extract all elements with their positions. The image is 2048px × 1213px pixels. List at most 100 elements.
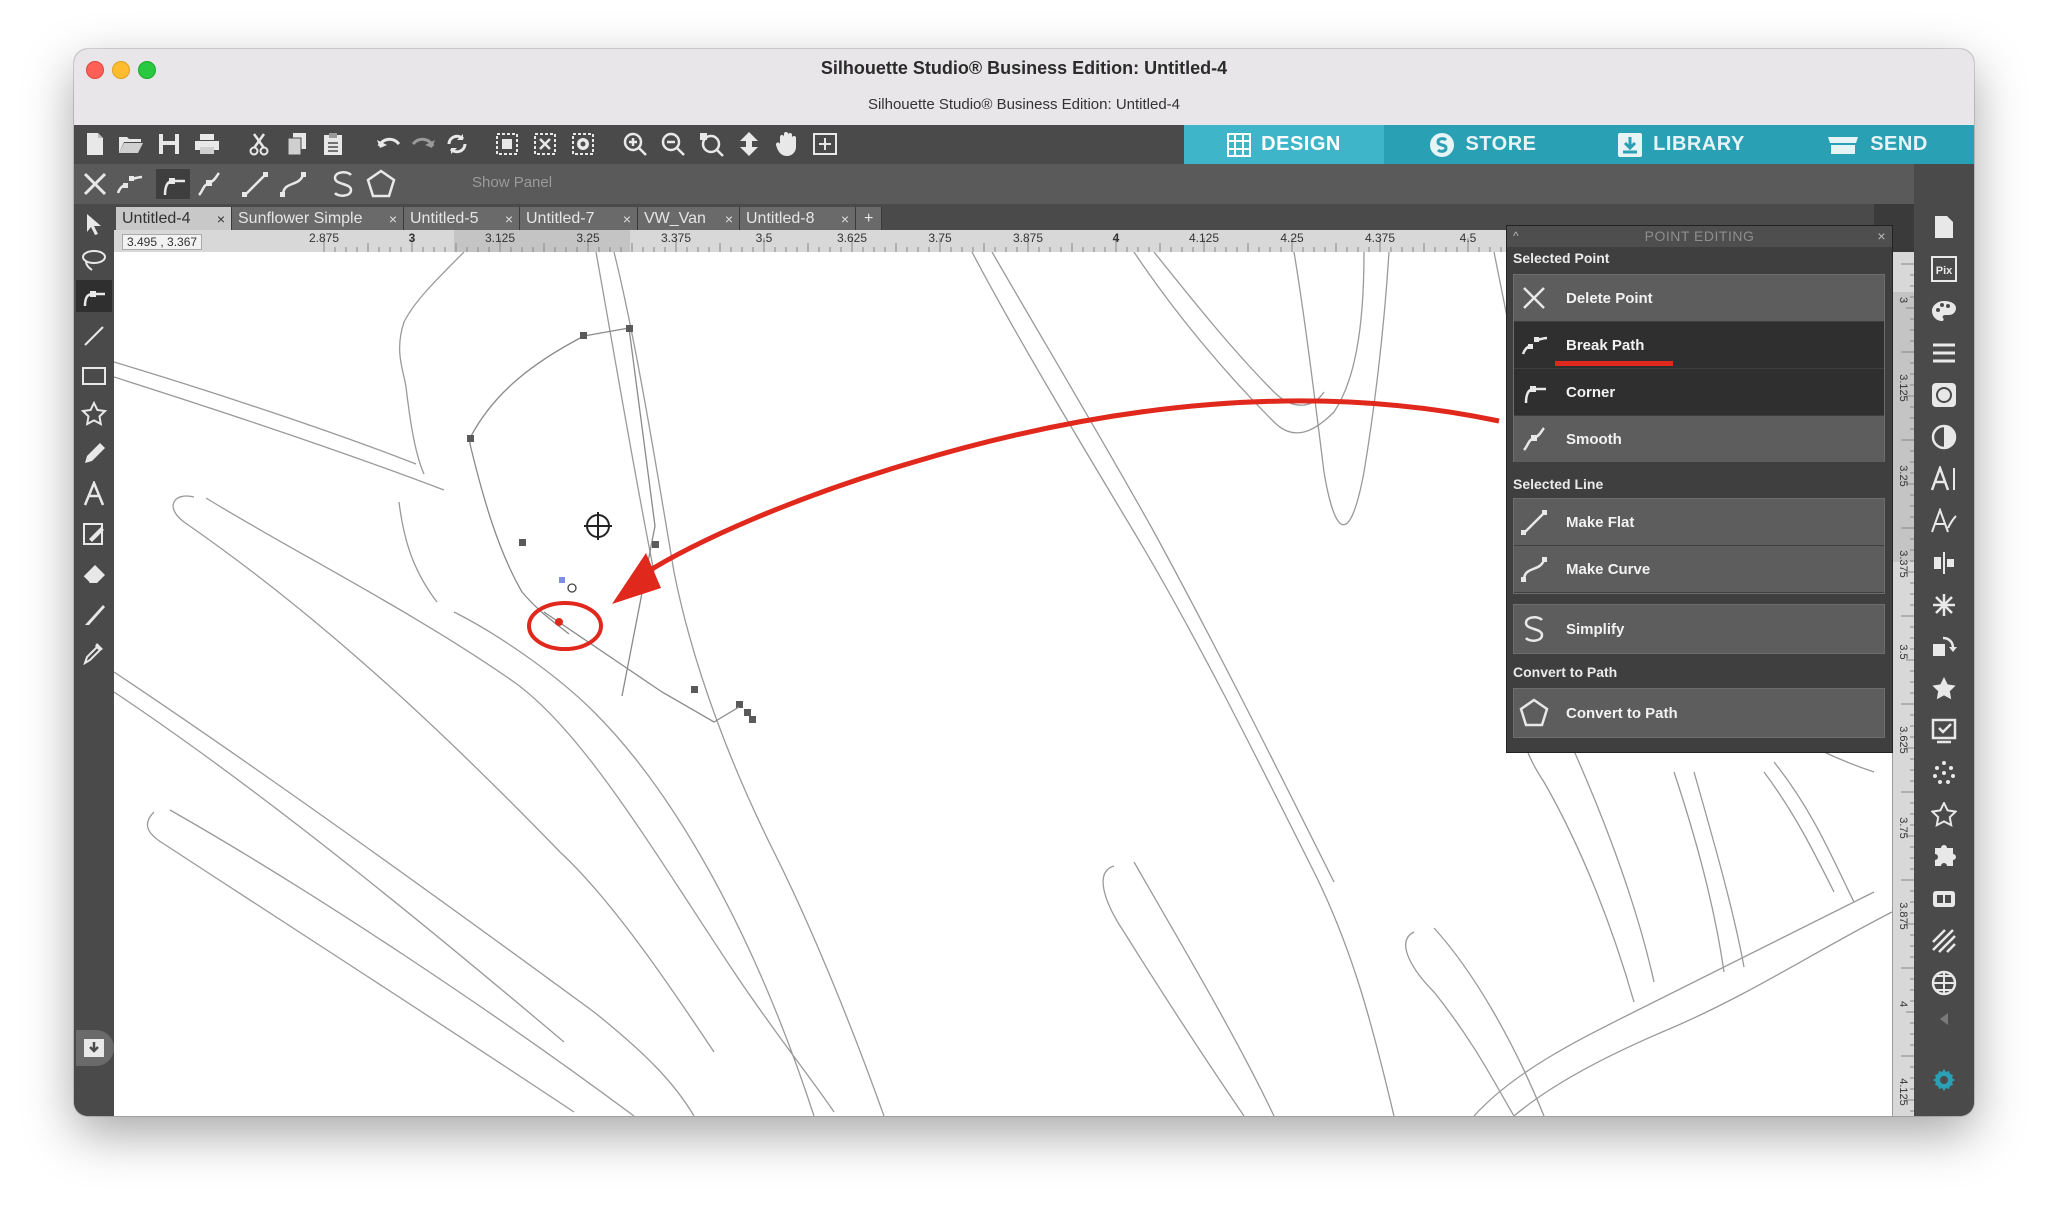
make-flat-button[interactable]: Make Flat [1514,499,1884,545]
new-document-icon[interactable] [80,129,110,159]
move-down-arrow-icon[interactable] [734,129,764,159]
vertical-ruler: 3 3.125 3.25 3.375 3.5 3.625 3.75 3.875 4 4.125 [1892,252,1915,1116]
corner-tool-icon[interactable] [156,169,190,199]
doc-tab-untitled-7[interactable]: Untitled-7 × [520,207,638,230]
add-tab-label: + [864,209,874,227]
doc-tab-untitled-5[interactable]: Untitled-5 × [404,207,520,230]
refresh-icon[interactable] [442,129,472,159]
simplify-button[interactable]: Simplify [1514,605,1884,653]
pencil-draw-icon[interactable] [80,440,108,468]
pixscan-icon[interactable]: Pix [1928,254,1960,284]
close-tab-icon[interactable]: × [725,211,733,227]
layers-grid-icon[interactable] [1928,968,1960,998]
show-panel-button[interactable]: Show Panel [472,174,552,191]
close-tab-icon[interactable]: × [389,211,397,227]
ruler-tick-label: 4.125 [1188,231,1220,245]
rhinestone-icon[interactable] [1928,758,1960,788]
pan-hand-icon[interactable] [772,129,802,159]
doc-tab-untitled-8[interactable]: Untitled-8 × [740,207,856,230]
transform-icon[interactable] [1928,632,1960,662]
open-folder-icon[interactable] [116,129,146,159]
line-tool-icon[interactable] [80,322,108,350]
ruler-tick-label: 3.125 [1897,374,1909,402]
offset-star-icon[interactable] [1928,674,1960,704]
close-tab-icon[interactable]: × [505,211,513,227]
eraser-icon[interactable] [80,560,108,588]
delete-point-tool-icon[interactable] [80,169,110,199]
edit-points[interactable] [467,325,756,723]
fit-to-page-icon[interactable] [810,129,840,159]
right-toolbar: Pix [1914,164,1974,1116]
redo-icon[interactable] [408,129,438,159]
tab-design[interactable]: DESIGN [1184,125,1384,164]
sketch-text-icon[interactable] [1928,506,1960,536]
convert-to-path-button[interactable]: Convert to Path [1514,689,1884,737]
handle-point[interactable] [567,583,577,593]
puzzle-icon[interactable] [1928,842,1960,872]
smooth-button[interactable]: Smooth [1514,416,1884,462]
collapse-arrow-icon[interactable] [1928,1006,1960,1032]
smooth-tool-icon[interactable] [194,169,224,199]
zoom-in-icon[interactable] [620,129,650,159]
lasso-select-icon[interactable] [80,246,108,274]
save-icon[interactable] [154,129,184,159]
fill-pattern-icon[interactable] [1928,380,1960,410]
knife-tool-icon[interactable] [80,600,108,628]
convert-to-path-tool-icon[interactable] [366,169,396,199]
align-icon[interactable] [1928,548,1960,578]
make-flat-tool-icon[interactable] [240,169,270,199]
nesting-icon[interactable] [1928,884,1960,914]
fill-palette-icon[interactable] [1928,296,1960,326]
hatch-fill-icon[interactable] [1928,926,1960,956]
page-setup-icon[interactable] [1928,212,1960,242]
tab-library[interactable]: LIBRARY [1582,125,1780,164]
panel-close-button[interactable]: × [1877,226,1886,247]
selected-shape[interactable] [469,327,656,697]
print-icon[interactable] [192,129,222,159]
trace-icon[interactable] [1928,716,1960,746]
rectangle-tool-icon[interactable] [80,362,108,390]
settings-gear-icon[interactable] [1928,1064,1960,1096]
replicate-icon[interactable] [1928,590,1960,620]
panel-header: ^ POINT EDITING × [1507,226,1892,247]
tab-store[interactable]: STORE [1384,125,1582,164]
ruler-tick-label: 3.625 [836,231,868,245]
zoom-select-icon[interactable] [696,129,726,159]
simplify-tool-icon[interactable] [328,169,358,199]
corner-button[interactable]: Corner [1514,369,1884,415]
make-curve-button[interactable]: Make Curve [1514,546,1884,592]
doc-tab-untitled-4[interactable]: Untitled-4 × [116,207,232,230]
line-style-icon[interactable] [1928,338,1960,368]
paste-clipboard-icon[interactable] [318,129,348,159]
close-tab-icon[interactable]: × [217,211,225,227]
sketch-pen-icon[interactable] [80,520,108,548]
text-style-icon[interactable] [1928,464,1960,494]
cut-scissors-icon[interactable] [244,129,274,159]
break-path-tool-icon[interactable] [114,169,144,199]
doc-tab-sunflower-simple[interactable]: Sunflower Simple × [232,207,404,230]
make-curve-tool-icon[interactable] [278,169,308,199]
star-shape-tool-icon[interactable] [80,400,108,428]
import-library-icon[interactable] [76,1030,114,1066]
collapse-caret-icon[interactable]: ^ [1513,226,1519,247]
add-tab-button[interactable]: + [856,207,882,230]
point-edit-tool-icon[interactable] [76,280,112,312]
sketch-star-icon[interactable] [1928,800,1960,830]
ungroup-icon[interactable] [530,129,560,159]
compound-path-icon[interactable] [568,129,598,159]
undo-icon[interactable] [374,129,404,159]
tab-send[interactable]: SEND [1780,125,1974,164]
close-tab-icon[interactable]: × [623,211,631,227]
select-arrow-icon[interactable] [80,210,108,238]
doc-tab-vw-van[interactable]: VW_Van × [638,207,740,230]
close-tab-icon[interactable]: × [841,211,849,227]
transparency-icon[interactable] [1928,422,1960,452]
eyedropper-icon[interactable] [80,638,108,666]
text-tool-icon[interactable] [80,480,108,508]
copy-icon[interactable] [282,129,312,159]
zoom-out-icon[interactable] [658,129,688,159]
delete-point-button[interactable]: Delete Point [1514,275,1884,321]
ruler-tick-label: 4.375 [1364,231,1396,245]
selected-handle[interactable] [559,577,565,583]
group-icon[interactable] [492,129,522,159]
